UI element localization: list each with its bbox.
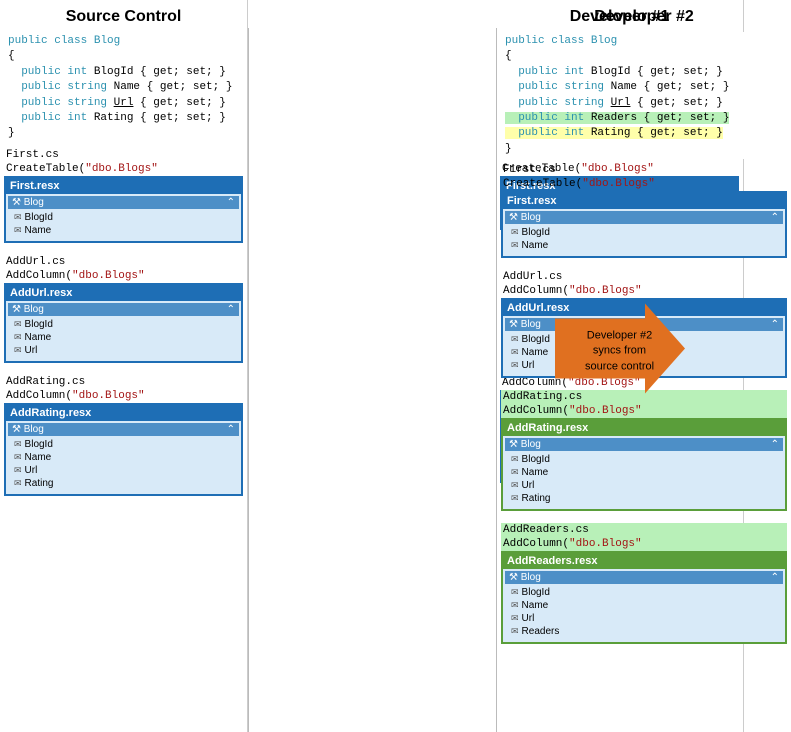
- source-addurl-resx-panel: AddUrl.resx ⚒ Blog⌃ ✉BlogId ✉Name ✉Url: [4, 283, 243, 363]
- dev2-addrating-table-inner: ✉BlogId ✉Name ✉Url ✉Rating: [505, 451, 783, 507]
- dev2-first-table-header: ⚒ Blog⌃: [505, 211, 783, 224]
- dev2-addrating-row-url: ✉Url: [509, 479, 779, 492]
- source-addrating-row-blogid: ✉BlogId: [12, 438, 235, 451]
- source-code-block: public class Blog { public int BlogId { …: [4, 32, 243, 144]
- source-addrating-cs: AddRating.cs: [4, 375, 243, 389]
- source-first-table-header: ⚒ Blog⌃: [8, 196, 239, 209]
- source-first-row-name: ✉Name: [12, 224, 235, 237]
- dev2-first-resx-panel: First.resx ⚒ Blog⌃ ✉BlogId ✉Name: [501, 191, 787, 258]
- source-first-resx-header: First.resx: [6, 178, 241, 194]
- dev2-migration-addreaders: AddReaders.cs AddColumn("dbo.Blogs" AddR…: [501, 523, 787, 650]
- source-migration-addurl: AddUrl.cs AddColumn("dbo.Blogs" AddUrl.r…: [4, 255, 243, 369]
- source-addrating-row-name: ✉Name: [12, 451, 235, 464]
- source-addrating-resx-header: AddRating.resx: [6, 405, 241, 421]
- dev2-addreaders-row-url: ✉Url: [509, 612, 779, 625]
- dev2-addrating-table-header: ⚒ Blog⌃: [505, 438, 783, 451]
- dev2-first-row-name: ✉Name: [509, 239, 779, 252]
- dev2-code-block: public class Blog { public int BlogId { …: [501, 32, 787, 159]
- dev2-addreaders-cs-code: AddColumn("dbo.Blogs": [501, 537, 787, 551]
- source-first-resx-table: ⚒ Blog⌃ ✉BlogId ✉Name: [6, 194, 241, 241]
- dev2-addrating-resx-panel: AddRating.resx ⚒ Blog⌃ ✉BlogId ✉Name ✉Ur…: [501, 418, 787, 511]
- dev2-first-row-blogid: ✉BlogId: [509, 226, 779, 239]
- dev2-addurl-cs-code: AddColumn("dbo.Blogs": [501, 284, 787, 298]
- dev2-addreaders-resx-table: ⚒ Blog⌃ ✉BlogId ✉Name ✉Url ✉Readers: [503, 569, 785, 642]
- dev2-migration-addrating: AddRating.cs AddColumn("dbo.Blogs" AddRa…: [501, 390, 787, 517]
- dev2-addreaders-row-name: ✉Name: [509, 599, 779, 612]
- source-first-resx-panel: First.resx ⚒ Blog⌃ ✉BlogId ✉Name: [4, 176, 243, 243]
- source-addurl-row-name: ✉Name: [12, 331, 235, 344]
- dev2-first-resx-header: First.resx: [503, 193, 785, 209]
- source-addurl-resx-header: AddUrl.resx: [6, 285, 241, 301]
- source-addurl-table-inner: ✉BlogId ✉Name ✉Url: [8, 316, 239, 359]
- dev2-addrating-cs-code: AddColumn("dbo.Blogs": [501, 404, 787, 418]
- dev2-addrating-row-rating: ✉Rating: [509, 492, 779, 505]
- dev2-addreaders-table-inner: ✉BlogId ✉Name ✉Url ✉Readers: [505, 584, 783, 640]
- source-first-row-blogid: ✉BlogId: [12, 211, 235, 224]
- source-migration-addrating: AddRating.cs AddColumn("dbo.Blogs" AddRa…: [4, 375, 243, 502]
- dev2-migration-first: First.cs CreateTable("dbo.Blogs" First.r…: [501, 163, 787, 264]
- dev2-addreaders-resx-header: AddReaders.resx: [503, 553, 785, 569]
- source-control-column: Source Control public class Blog { publi…: [0, 0, 248, 732]
- dev2-addrating-row-name: ✉Name: [509, 466, 779, 479]
- source-addurl-resx-table: ⚒ Blog⌃ ✉BlogId ✉Name ✉Url: [6, 301, 241, 361]
- dev2-first-cs: First.cs: [501, 163, 787, 177]
- dev2-addreaders-table-header: ⚒ Blog⌃: [505, 571, 783, 584]
- source-addrating-row-rating: ✉Rating: [12, 477, 235, 490]
- source-first-table-inner: ✉BlogId ✉Name: [8, 209, 239, 239]
- dev2-addurl-cs: AddUrl.cs: [501, 270, 787, 284]
- dev2-addreaders-resx-panel: AddReaders.resx ⚒ Blog⌃ ✉BlogId ✉Name ✉U…: [501, 551, 787, 644]
- source-addurl-row-url: ✉Url: [12, 344, 235, 357]
- dev2-first-table-inner: ✉BlogId ✉Name: [505, 224, 783, 254]
- source-addurl-row-blogid: ✉BlogId: [12, 318, 235, 331]
- dev2-addrating-resx-table: ⚒ Blog⌃ ✉BlogId ✉Name ✉Url ✉Rating: [503, 436, 785, 509]
- dev2-first-cs-code: CreateTable("dbo.Blogs": [501, 177, 787, 191]
- divider-1: [248, 28, 249, 732]
- main-container: Source Control public class Blog { publi…: [0, 0, 791, 732]
- dev2-addreaders-row-blogid: ✉BlogId: [509, 586, 779, 599]
- source-addrating-cs-code: AddColumn("dbo.Blogs": [4, 389, 243, 403]
- dev2-addrating-resx-header: AddRating.resx: [503, 420, 785, 436]
- source-first-cs: First.cs: [4, 148, 243, 162]
- source-first-cs-code: CreateTable("dbo.Blogs": [4, 162, 243, 176]
- source-addurl-table-header: ⚒ Blog⌃: [8, 303, 239, 316]
- dev2-first-resx-table: ⚒ Blog⌃ ✉BlogId ✉Name: [503, 209, 785, 256]
- source-addurl-cs-code: AddColumn("dbo.Blogs": [4, 269, 243, 283]
- source-migration-first: First.cs CreateTable("dbo.Blogs" First.r…: [4, 148, 243, 249]
- source-addrating-resx-panel: AddRating.resx ⚒ Blog⌃ ✉BlogId ✉Name ✉Ur…: [4, 403, 243, 496]
- dev2-addrating-row-blogid: ✉BlogId: [509, 453, 779, 466]
- source-addrating-row-url: ✉Url: [12, 464, 235, 477]
- source-control-header: Source Control: [4, 4, 243, 32]
- source-addurl-cs: AddUrl.cs: [4, 255, 243, 269]
- dev2-header: Developer #2: [501, 4, 787, 32]
- source-addrating-resx-table: ⚒ Blog⌃ ✉BlogId ✉Name ✉Url ✉Rating: [6, 421, 241, 494]
- dev2-addreaders-cs: AddReaders.cs: [501, 523, 787, 537]
- arrow-area: Developer #2syncs fromsource control: [555, 299, 685, 404]
- dev2-addreaders-row-readers: ✉Readers: [509, 625, 779, 638]
- source-addrating-table-inner: ✉BlogId ✉Name ✉Url ✉Rating: [8, 436, 239, 492]
- arrow-label: Developer #2syncs fromsource control: [577, 328, 662, 374]
- source-addrating-table-header: ⚒ Blog⌃: [8, 423, 239, 436]
